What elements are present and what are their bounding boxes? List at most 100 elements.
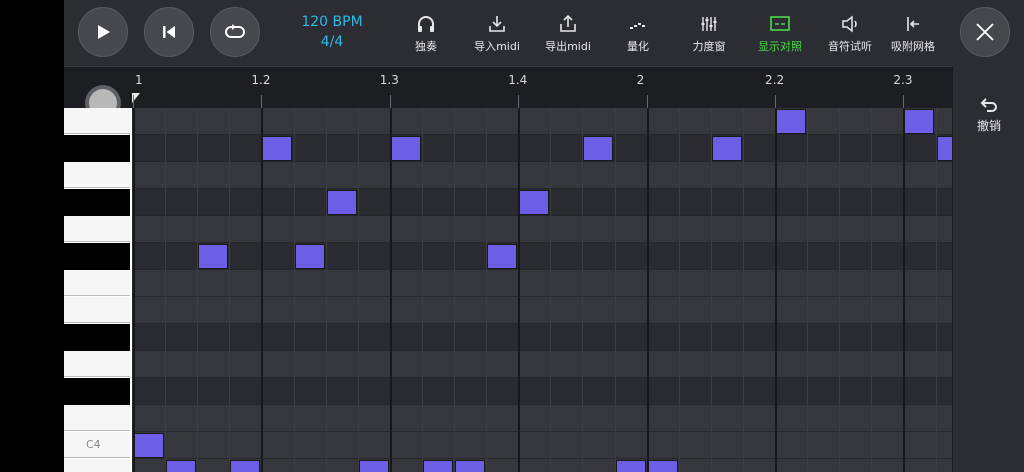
midi-note[interactable] bbox=[134, 433, 164, 458]
midi-note[interactable] bbox=[776, 109, 806, 134]
piano-keyboard[interactable]: C4 bbox=[64, 108, 132, 472]
white-key[interactable] bbox=[64, 351, 130, 377]
tool-quantize[interactable]: 量化 bbox=[600, 12, 676, 54]
ruler-tick bbox=[775, 95, 776, 109]
midi-note[interactable] bbox=[711, 136, 742, 161]
key-label-c4: C4 bbox=[86, 438, 101, 451]
grid-row bbox=[133, 351, 952, 378]
white-key[interactable] bbox=[64, 405, 130, 431]
midi-note[interactable] bbox=[390, 136, 421, 161]
play-icon bbox=[98, 25, 110, 39]
undo-label: 撤销 bbox=[976, 119, 1001, 133]
ruler-mark: 2.2 bbox=[765, 73, 785, 87]
ruler-mark: 1.2 bbox=[251, 73, 271, 87]
ruler-mark: 1 bbox=[135, 73, 143, 87]
midi-note[interactable] bbox=[615, 460, 646, 472]
black-key[interactable] bbox=[64, 189, 130, 216]
grid-row bbox=[133, 297, 952, 324]
skip-back-button[interactable] bbox=[144, 7, 194, 57]
midi-note[interactable] bbox=[647, 460, 678, 472]
ruler-tick bbox=[261, 95, 263, 109]
undo-button[interactable]: 撤销 bbox=[953, 96, 1024, 134]
undo-icon bbox=[980, 98, 997, 112]
midi-note[interactable] bbox=[198, 244, 229, 269]
timeline-ruler[interactable]: 1 1.2 1.3 1.4 2 2.2 2.3 bbox=[64, 66, 952, 117]
midi-note[interactable] bbox=[583, 136, 614, 161]
skip-back-icon bbox=[163, 26, 175, 38]
grid-line bbox=[518, 108, 521, 472]
grid-line bbox=[775, 108, 777, 472]
grid-line bbox=[389, 108, 392, 472]
grid-line bbox=[165, 108, 167, 472]
grid-line bbox=[935, 108, 937, 472]
black-key[interactable] bbox=[64, 324, 130, 351]
midi-note[interactable] bbox=[230, 460, 261, 472]
export-icon bbox=[530, 12, 606, 36]
toolbar: 120 BPM 4/4 独奏 导入midi 导出midi 量化 力度窗 显示对照 bbox=[64, 0, 1024, 66]
tool-velocity-label: 力度窗 bbox=[692, 40, 726, 53]
quantize-icon bbox=[600, 12, 676, 36]
grid-line bbox=[903, 108, 906, 472]
grid-line bbox=[325, 108, 327, 472]
ruler-tick bbox=[646, 95, 648, 109]
tool-quantize-label: 量化 bbox=[627, 40, 649, 53]
tool-import-label: 导入midi bbox=[474, 40, 520, 53]
tool-snap-grid[interactable]: 吸附网格 bbox=[882, 12, 944, 54]
black-key[interactable] bbox=[64, 378, 130, 405]
loop-button[interactable] bbox=[210, 7, 260, 57]
grid-line bbox=[614, 108, 616, 472]
loop-icon bbox=[225, 24, 245, 38]
white-key[interactable] bbox=[64, 108, 130, 134]
velocity-icon bbox=[671, 12, 747, 36]
note-grid[interactable] bbox=[133, 108, 969, 472]
tool-solo[interactable]: 独奏 bbox=[388, 12, 464, 54]
grid-line bbox=[133, 108, 135, 472]
play-button[interactable] bbox=[78, 7, 128, 57]
white-key[interactable] bbox=[64, 216, 130, 242]
grid-row bbox=[133, 432, 952, 459]
grid-line bbox=[293, 108, 295, 472]
midi-note[interactable] bbox=[519, 190, 550, 215]
grid-line bbox=[807, 108, 809, 472]
ruler-tick bbox=[518, 95, 520, 109]
midi-note[interactable] bbox=[455, 460, 485, 472]
white-key[interactable] bbox=[64, 162, 130, 188]
ruler-tick bbox=[389, 95, 391, 109]
black-key[interactable] bbox=[64, 135, 130, 162]
tool-import-midi[interactable]: 导入midi bbox=[459, 12, 535, 54]
grid-row bbox=[133, 135, 952, 162]
grid-line bbox=[646, 108, 649, 472]
bpm-value: 120 BPM bbox=[301, 14, 363, 30]
grid-line bbox=[582, 108, 584, 472]
midi-note[interactable] bbox=[487, 244, 518, 269]
headphones-icon bbox=[388, 12, 464, 36]
tool-note-preview[interactable]: 音符试听 bbox=[812, 12, 888, 54]
tool-export-midi[interactable]: 导出midi bbox=[530, 12, 606, 54]
tool-velocity-window[interactable]: 力度窗 bbox=[671, 12, 747, 54]
grid-line bbox=[742, 108, 744, 472]
midi-note[interactable] bbox=[262, 136, 293, 161]
grid-line bbox=[357, 108, 359, 472]
ruler-mark: 2.3 bbox=[893, 73, 913, 87]
grid-row bbox=[133, 243, 952, 270]
tempo-display[interactable]: 120 BPM 4/4 bbox=[282, 12, 382, 52]
midi-note[interactable] bbox=[422, 460, 453, 472]
grid-line bbox=[839, 108, 841, 472]
black-key[interactable] bbox=[64, 243, 130, 270]
tool-show-compare[interactable]: 显示对照 bbox=[742, 12, 818, 54]
close-button[interactable] bbox=[960, 7, 1010, 57]
grid-row bbox=[133, 405, 952, 432]
white-key[interactable] bbox=[64, 459, 130, 472]
compare-icon bbox=[742, 12, 818, 36]
grid-line bbox=[486, 108, 488, 472]
midi-note[interactable] bbox=[904, 109, 935, 134]
midi-note[interactable] bbox=[326, 190, 357, 215]
midi-note[interactable] bbox=[294, 244, 325, 269]
midi-note[interactable] bbox=[358, 460, 389, 472]
grid-row bbox=[133, 108, 952, 135]
white-key[interactable] bbox=[64, 297, 130, 323]
side-panel: 撤销 bbox=[952, 66, 1024, 472]
white-key[interactable] bbox=[64, 270, 130, 296]
grid-row bbox=[133, 270, 952, 297]
midi-note[interactable] bbox=[166, 460, 197, 472]
